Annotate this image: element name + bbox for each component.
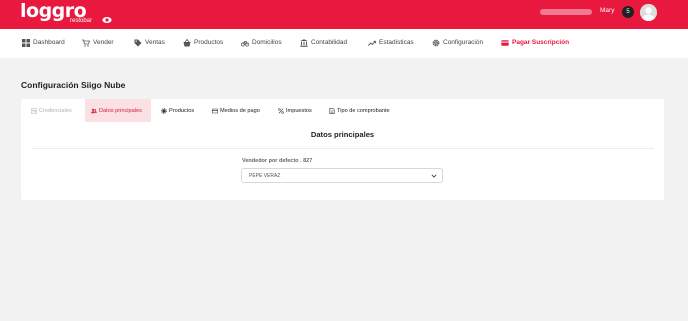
nav-label: Estadisticas [379,39,414,46]
trend-icon [368,40,376,46]
nav-item-estadisticas[interactable]: Estadisticas [368,38,414,48]
tab-label: Credenciales [39,107,72,114]
tab-label: Productos [169,107,195,114]
logo-subtext: restobar [70,18,93,24]
nav-item-vender[interactable]: Vender [82,38,114,48]
select-value: PEPE VERAZ [249,173,281,179]
tab-tipo-de-comprobante[interactable]: Tipo de comprobante [329,99,390,122]
nav-label: Domicilios [252,39,282,46]
users-icon [91,108,97,113]
document-icon [329,107,335,114]
nav-label: Ventas [145,39,165,46]
blurred-account-info [540,9,592,15]
cart-icon [82,39,90,47]
user-avatar-icon [640,4,657,21]
nav-item-domicilios[interactable]: Domicilios [241,38,282,48]
gear-icon [161,107,167,114]
chevron-down-icon [431,174,437,178]
section-title: Datos principales [310,130,375,139]
default-seller-select[interactable]: PEPE VERAZ [241,168,443,183]
tab-bar: Credenciales Datos principales Productos… [21,99,664,122]
nav-label: Vender [93,39,114,46]
nav-item-configuracion[interactable]: Configuración [432,38,483,48]
settings-card: Credenciales Datos principales Productos… [21,99,664,200]
credit-card-icon [501,40,509,46]
basket-icon [183,39,191,47]
default-seller-label: Vendedor por defecto . 827 [242,158,313,164]
nav-item-dashboard[interactable]: Dashboard [22,38,65,48]
tab-label: Tipo de comprobante [337,107,390,114]
tab-datos-principales[interactable]: Datos principales [85,99,151,122]
tab-label: Impuestos [286,107,312,114]
notification-badge[interactable]: 5 [622,6,634,18]
nav-item-pagar-suscripcion[interactable]: Pagar Suscripción [501,38,569,48]
nav-item-productos[interactable]: Productos [183,38,223,48]
tab-credenciales[interactable]: Credenciales [30,99,82,122]
tag-icon [134,39,142,47]
nav-label: Productos [194,39,224,46]
nav-label: Pagar Suscripción [512,39,570,46]
nav-item-ventas[interactable]: Ventas [134,38,165,48]
nav-item-contabilidad[interactable]: Contabilidad [300,38,347,48]
tab-impuestos[interactable]: Impuestos [278,99,312,122]
section-divider [31,148,654,149]
nav-label: Contabilidad [311,39,348,46]
avatar[interactable] [640,4,657,21]
top-bar: loggro restobar Mary 5 [0,0,688,29]
nav-label: Dashboard [33,39,65,46]
main-nav: Dashboard Vender Ventas Productos Domici… [0,29,688,58]
tab-productos[interactable]: Productos [161,99,194,122]
gear-icon [432,39,440,47]
dashboard-icon [22,39,30,47]
bank-icon [300,39,308,47]
tab-label: Medios de pago [220,107,260,114]
page-title: Configuración Siigo Nube [21,80,126,90]
nav-label: Configuración [443,39,484,46]
id-card-icon [31,108,37,113]
user-name[interactable]: Mary [600,7,614,15]
percent-icon [278,107,284,114]
tab-medios-de-pago[interactable]: Medios de pago [212,99,260,122]
credit-card-icon [212,108,218,113]
tab-label: Datos principales [99,107,142,114]
bicycle-icon [241,41,249,47]
eye-icon[interactable] [102,16,112,24]
